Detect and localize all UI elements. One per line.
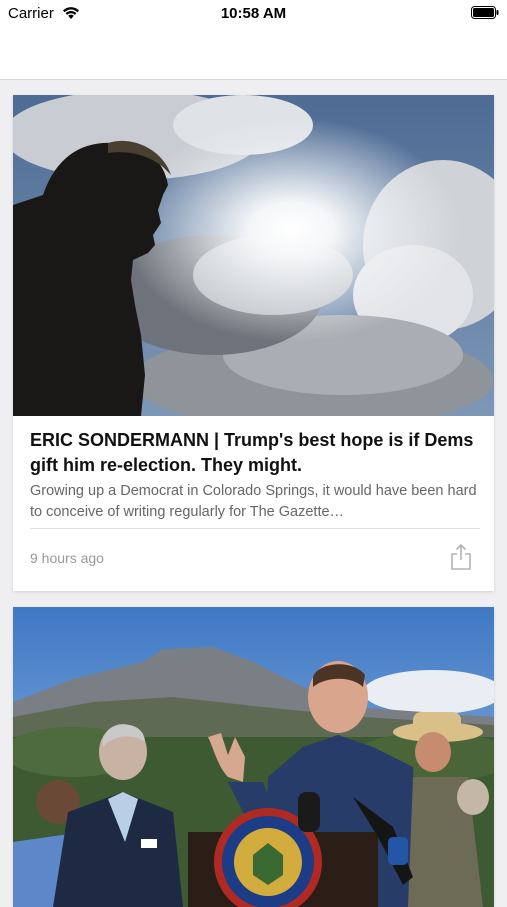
clock: 10:58 AM: [220, 5, 287, 22]
article-summary: Growing up a Democrat in Colorado Spring…: [30, 483, 477, 520]
article-timestamp: 9 hours ago: [30, 550, 104, 566]
article-image: [13, 95, 494, 416]
share-icon[interactable]: [450, 543, 472, 571]
article-image: [13, 607, 494, 907]
status-bar: Carrier 10:58 AM: [0, 0, 507, 28]
battery-icon: [471, 6, 499, 19]
article-card[interactable]: [13, 607, 494, 907]
card-divider: [30, 528, 480, 529]
article-card[interactable]: ERIC SONDERMANN | Trump's best hope is i…: [13, 95, 494, 591]
article-headline[interactable]: ERIC SONDERMANN | Trump's best hope is i…: [30, 428, 480, 478]
navigation-bar: [0, 28, 507, 80]
